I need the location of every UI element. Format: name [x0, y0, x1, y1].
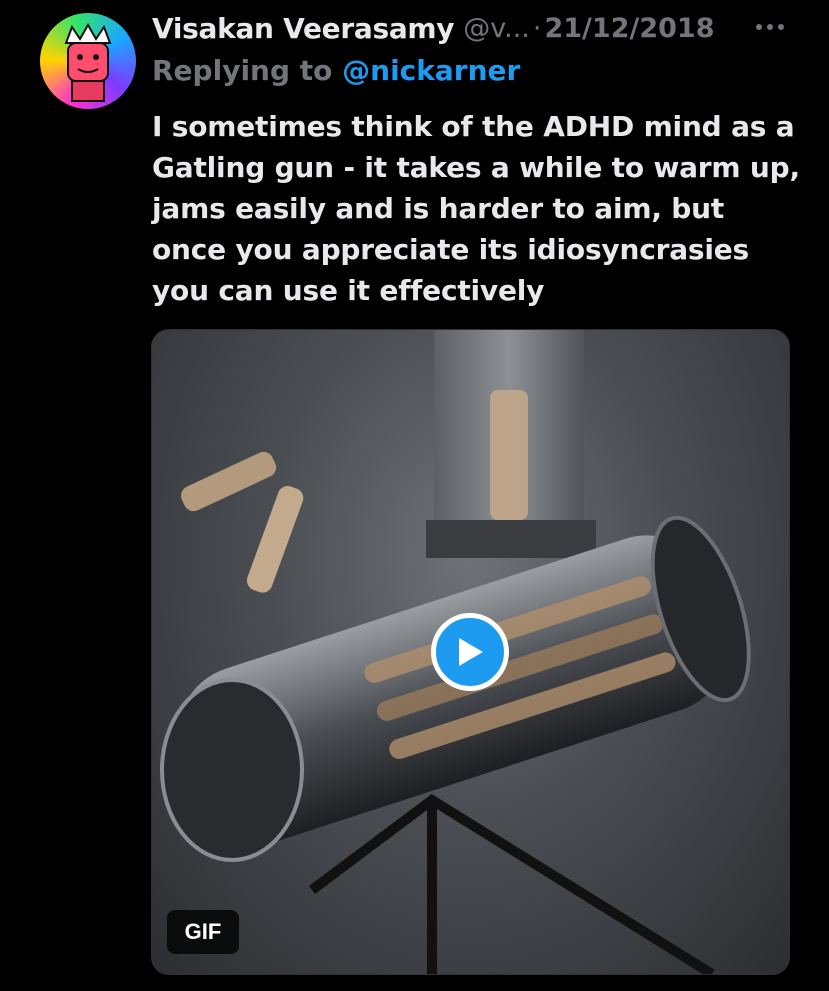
- reply-mention-link[interactable]: @nickarner: [342, 54, 520, 87]
- tweet-header: Visakan Veerasamy @v... · 21/12/2018: [152, 8, 812, 48]
- replying-to: Replying to @nickarner: [152, 54, 520, 87]
- replying-to-prefix: Replying to: [152, 54, 343, 87]
- separator-dot: ·: [532, 12, 542, 44]
- avatar[interactable]: [40, 13, 136, 109]
- more-options-icon[interactable]: [752, 12, 788, 42]
- tweet-date[interactable]: 21/12/2018: [544, 13, 714, 44]
- author-handle[interactable]: @v...: [463, 13, 530, 44]
- play-button[interactable]: [431, 613, 509, 691]
- gif-badge: GIF: [167, 910, 239, 954]
- tweet-text: I sometimes think of the ADHD mind as a …: [152, 110, 800, 307]
- author-name[interactable]: Visakan Veerasamy: [152, 12, 455, 45]
- play-icon: [459, 638, 483, 666]
- avatar-king-illustration: [64, 22, 112, 102]
